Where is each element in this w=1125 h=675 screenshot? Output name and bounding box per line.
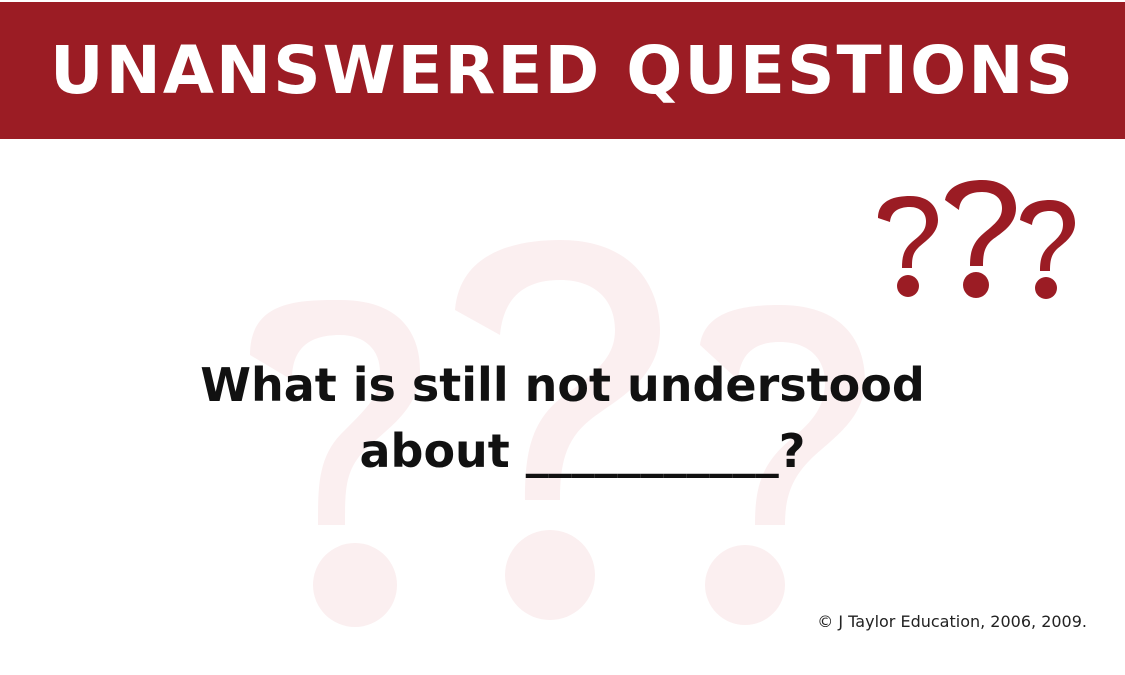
- prompt-text: What is still not understood about _____…: [0, 352, 1125, 484]
- prompt-line-1: What is still not understood: [200, 358, 925, 412]
- triple-question-marks-icon: [878, 180, 1075, 299]
- prompt-line-2: about ___________?: [359, 424, 806, 478]
- page-title: UNANSWERED QUESTIONS: [49, 31, 1075, 109]
- copyright-notice: © J Taylor Education, 2006, 2009.: [817, 612, 1087, 631]
- header-banner: UNANSWERED QUESTIONS: [0, 2, 1125, 139]
- question-card: UNANSWERED QUESTIONS What is still not u…: [0, 0, 1125, 675]
